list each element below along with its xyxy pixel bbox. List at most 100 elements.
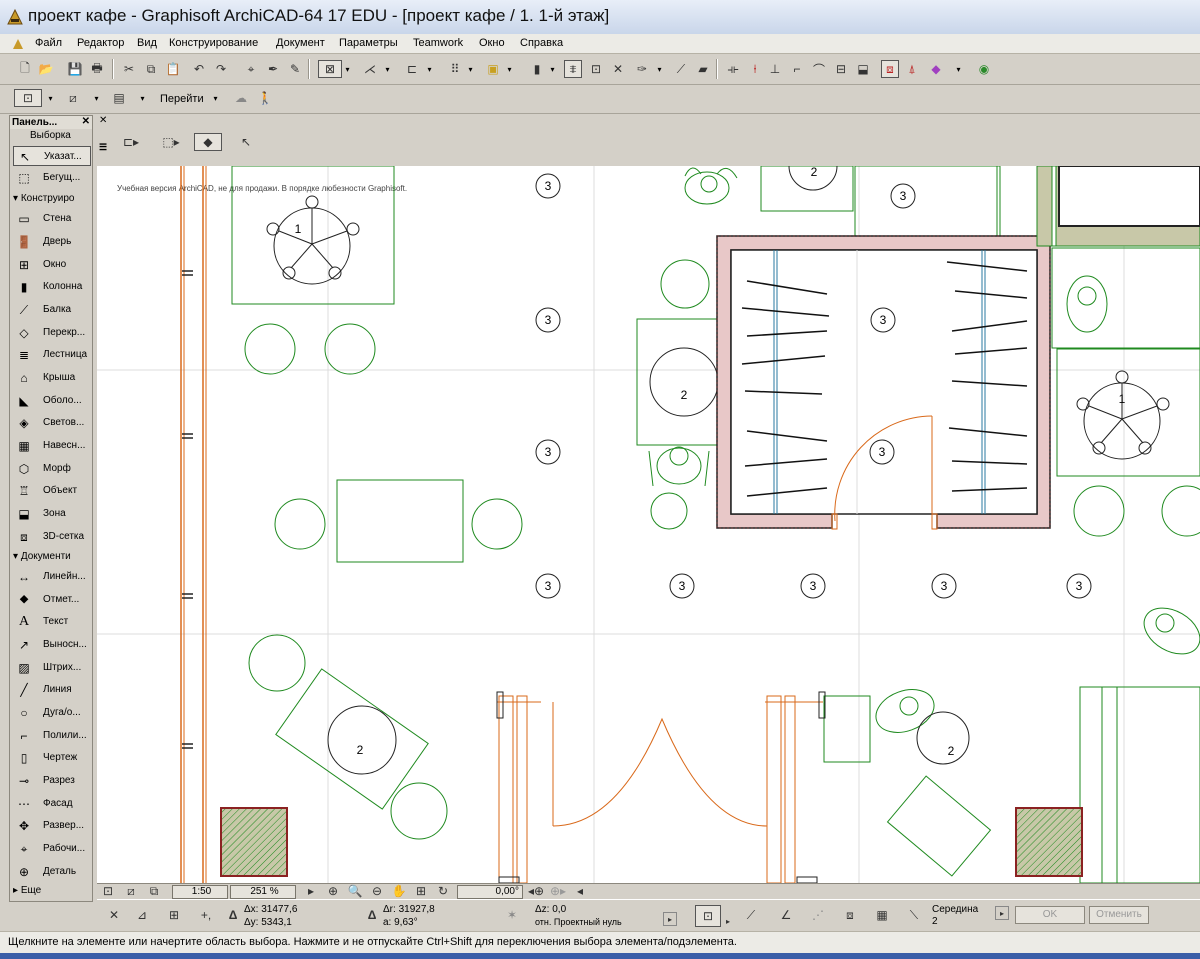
reference-level-value[interactable]: отн. Проектный нуль <box>535 917 622 927</box>
eraser-icon[interactable]: ◆ <box>927 60 945 78</box>
arrow-mode-icon[interactable]: ↖ <box>237 133 255 151</box>
tool-line[interactable]: ╱ Линия <box>13 680 91 700</box>
find-select-icon[interactable]: ⌖ <box>242 60 260 78</box>
syringe-icon[interactable]: ✎ <box>286 60 304 78</box>
pick-up-icon[interactable]: ⍋ <box>903 60 921 78</box>
copy-icon[interactable]: ⧉ <box>142 60 160 78</box>
zone-marker[interactable]: 3 <box>535 307 561 333</box>
snap-guides-dropdown-icon[interactable]: ▸ <box>723 912 733 930</box>
print-icon[interactable]: 🖶 <box>88 60 106 78</box>
eyedropper-icon[interactable]: ✒ <box>264 60 282 78</box>
walk-icon[interactable]: 🚶 <box>256 89 274 107</box>
tool-roof[interactable]: ⌂ Крыша <box>13 368 91 388</box>
top-right-wall[interactable] <box>1036 166 1200 247</box>
zoom-to-selection-icon[interactable]: ⧄ <box>122 883 140 899</box>
parallel-icon[interactable]: ⋰ <box>809 906 827 924</box>
tool-skylight[interactable]: ◈ Светов... <box>13 413 91 433</box>
layer-icon[interactable]: ▣ <box>484 60 502 78</box>
elevation-icon[interactable]: ▮ <box>528 60 546 78</box>
trim-icon[interactable]: ⊥ <box>766 60 784 78</box>
fit-in-window-icon[interactable]: ⊞ <box>412 883 430 899</box>
new-file-icon[interactable]: 🗋 <box>16 60 34 78</box>
selection-frame-icon[interactable]: ⧈ <box>881 60 899 78</box>
previous-zoom-icon[interactable]: ◂⊕ <box>527 883 545 899</box>
grid-origin-icon[interactable]: ⊞ <box>165 906 183 924</box>
delta-icon[interactable]: Δ <box>224 906 242 924</box>
eraser-mode-icon[interactable]: ◆ <box>194 133 222 151</box>
next-zoom-icon[interactable]: ⊕▸ <box>549 883 567 899</box>
menu-teamwork[interactable]: Teamwork <box>413 37 463 49</box>
tool-label[interactable]: ↗ Выносн... <box>13 635 91 655</box>
redo-icon[interactable]: ↷ <box>212 60 230 78</box>
layout-dropdown-icon[interactable]: ▾ <box>138 89 147 107</box>
explode-icon[interactable]: ⬓ <box>854 60 872 78</box>
hatched-columns[interactable] <box>220 807 1083 877</box>
intersect-icon[interactable]: ⍿ <box>746 60 764 78</box>
zoom-in-icon[interactable]: 🔍 <box>346 883 364 899</box>
tool-window[interactable]: ⊞ Окно <box>13 255 91 275</box>
zone-marker[interactable]: 3 <box>870 307 896 333</box>
menu-window[interactable]: Окно <box>479 37 505 49</box>
dimension-toggle-icon[interactable]: ⊡ <box>587 60 605 78</box>
ok-button[interactable]: OK <box>1015 906 1085 924</box>
scroll-left-icon[interactable]: ◂ <box>571 883 589 899</box>
snap-guides-icon[interactable]: ⊡ <box>695 905 721 927</box>
menu-edit[interactable]: Редактор <box>77 37 124 49</box>
delta-x-value[interactable]: Δx: 31477,6 <box>244 904 297 915</box>
menu-options[interactable]: Параметры <box>339 37 398 49</box>
tool-slab[interactable]: ◇ Перекр... <box>13 323 91 343</box>
delta-r-value[interactable]: Δr: 31927,8 <box>383 904 435 915</box>
trace-icon[interactable]: ⩨ <box>564 60 582 78</box>
goto-dropdown-icon[interactable]: ▾ <box>211 89 220 107</box>
midpoint-snap-icon[interactable]: ⟍ <box>905 906 923 924</box>
pan-hand-icon[interactable]: ✋ <box>390 883 408 899</box>
snap-mode-dropdown-icon[interactable]: ▸ <box>995 906 1009 920</box>
eraser-dropdown-icon[interactable]: ▾ <box>954 60 963 78</box>
zone-marker[interactable]: 3 <box>869 439 895 465</box>
floor-plan-drawing[interactable]: Учебная версия ArchiCAD, не для продажи.… <box>97 166 1200 883</box>
paste-icon[interactable]: 📋 <box>164 60 182 78</box>
tool-dimension[interactable]: ↔ Линейн... <box>13 567 91 587</box>
tool-drawing[interactable]: ▯ Чертеж <box>13 748 91 768</box>
tool-curtain-wall[interactable]: ▦ Навесн... <box>13 436 91 456</box>
tool-fill[interactable]: ▨ Штрих... <box>13 658 91 678</box>
z-tracker-icon[interactable]: ✶ <box>503 906 521 924</box>
menu-file[interactable]: Файл <box>35 37 62 49</box>
fill-type-icon[interactable]: ▰ <box>694 60 712 78</box>
relative-coords-icon[interactable]: +, <box>197 906 215 924</box>
adjust-icon[interactable]: ⌒ <box>810 60 828 78</box>
view-dropdown-icon[interactable]: ▾ <box>46 89 55 107</box>
tool-object[interactable]: ♖ Объект <box>13 481 91 501</box>
delta-y-value[interactable]: Δy: 5343,1 <box>244 917 292 928</box>
zoom-out-icon[interactable]: ⊖ <box>368 883 386 899</box>
delta-angle-value[interactable]: a: 9,63° <box>383 917 418 928</box>
tool-section[interactable]: ⊸ Разрез <box>13 771 91 791</box>
tool-worksheet[interactable]: ⌖ Рабочи... <box>13 839 91 859</box>
tool-morph[interactable]: ⬡ Морф <box>13 459 91 479</box>
zone-marker[interactable]: 3 <box>535 173 561 199</box>
zone-marker[interactable]: 3 <box>890 183 916 209</box>
reference-dropdown-icon[interactable]: ▸ <box>663 912 677 926</box>
palette-close-icon[interactable]: ✕ <box>82 116 90 127</box>
3d-window-icon[interactable]: ⧄ <box>64 89 82 107</box>
zone-marker[interactable]: 3 <box>800 573 826 599</box>
tool-arc[interactable]: ○ Дуга/о... <box>13 703 91 723</box>
fit-window-icon[interactable]: ⧉ <box>145 883 163 899</box>
info-close-icon[interactable]: ✕ <box>99 115 107 126</box>
floor-plan-canvas[interactable]: Учебная версия ArchiCAD, не для продажи.… <box>97 166 1200 883</box>
app-menu-icon[interactable] <box>12 38 24 50</box>
tool-zone[interactable]: ⬓ Зона <box>13 504 91 524</box>
tool-text[interactable]: A Текст <box>13 612 91 632</box>
zoom-menu-icon[interactable]: ▸ <box>302 883 320 899</box>
cut-icon[interactable]: ✂ <box>120 60 138 78</box>
tool-beam[interactable]: ⟋ Балка <box>13 300 91 320</box>
marquee-shape-icon[interactable]: ⬚▸ <box>159 133 183 151</box>
furniture-layer[interactable] <box>231 166 1200 883</box>
grid-dropdown-icon[interactable]: ▾ <box>466 60 475 78</box>
tool-arrow[interactable]: ↖ Указат... <box>13 146 91 166</box>
delta-z-value[interactable]: Δz: 0,0 <box>535 904 566 915</box>
offset-icon[interactable]: ⊟ <box>832 60 850 78</box>
guide-line-icon[interactable]: ⋌ <box>358 60 382 78</box>
tool-polyline[interactable]: ⌐ Полили... <box>13 726 91 746</box>
cross-marker-icon[interactable]: ✕ <box>609 60 627 78</box>
